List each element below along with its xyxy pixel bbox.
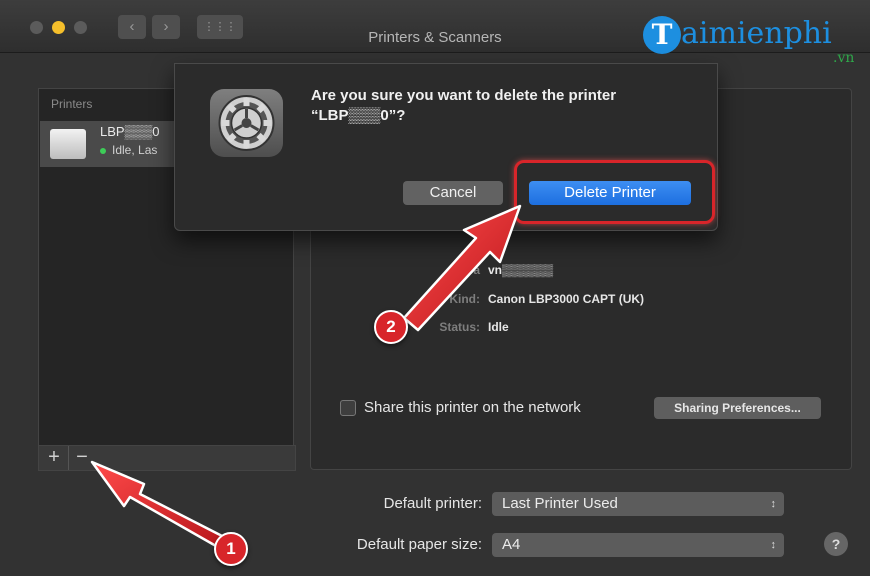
kind-value: Canon LBP3000 CAPT (UK): [488, 292, 645, 306]
dialog-message-line1: Are you sure you want to delete the prin…: [311, 87, 617, 104]
step-1-badge: 1: [214, 532, 248, 566]
kind-label: Kind:: [449, 292, 480, 306]
logo-text: aimienphi: [681, 16, 832, 51]
step-2-badge: 2: [374, 310, 408, 344]
printer-name: LBP▒▒▒0: [100, 124, 160, 139]
add-remove-bar: + −: [38, 445, 296, 471]
help-button[interactable]: ?: [824, 532, 848, 556]
share-printer-checkbox[interactable]: [340, 400, 356, 416]
default-printer-select[interactable]: Last Printer Used ↕: [492, 492, 784, 516]
logo-icon: T: [643, 16, 681, 54]
location-value: vn▒▒▒▒▒▒: [488, 263, 554, 277]
chevron-updown-icon: ↕: [770, 539, 777, 551]
default-paper-size-label: Default paper size:: [356, 536, 482, 553]
status-dot-icon: [100, 147, 106, 154]
system-preferences-icon: [210, 89, 283, 157]
cancel-button[interactable]: Cancel: [403, 181, 503, 205]
default-paper-size-select[interactable]: A4 ↕: [492, 533, 784, 557]
printer-status-text: Idle, Las: [112, 143, 158, 157]
delete-button-highlight: [514, 160, 715, 224]
printer-status: Idle, Las: [100, 143, 157, 157]
default-printer-value: Last Printer Used: [502, 495, 618, 512]
printers-list-header: Printers: [51, 97, 93, 111]
dialog-message: Are you sure you want to delete the prin…: [311, 86, 691, 126]
gear-icon: [218, 95, 275, 151]
remove-printer-button[interactable]: −: [68, 446, 95, 470]
status-value: Idle: [488, 320, 509, 334]
location-label: Loca: [451, 263, 480, 277]
share-printer-label[interactable]: Share this printer on the network: [364, 399, 581, 416]
dialog-message-line2: “LBP▒▒▒0”?: [311, 107, 406, 124]
paper-size-value: A4: [502, 536, 521, 553]
chevron-updown-icon: ↕: [770, 498, 777, 510]
add-printer-button[interactable]: +: [41, 446, 67, 470]
printer-icon: [50, 129, 86, 159]
default-printer-label: Default printer:: [383, 495, 482, 512]
sharing-preferences-button[interactable]: Sharing Preferences...: [654, 397, 821, 419]
status-label: Status:: [439, 320, 480, 334]
logo-suffix: .vn: [833, 50, 855, 66]
